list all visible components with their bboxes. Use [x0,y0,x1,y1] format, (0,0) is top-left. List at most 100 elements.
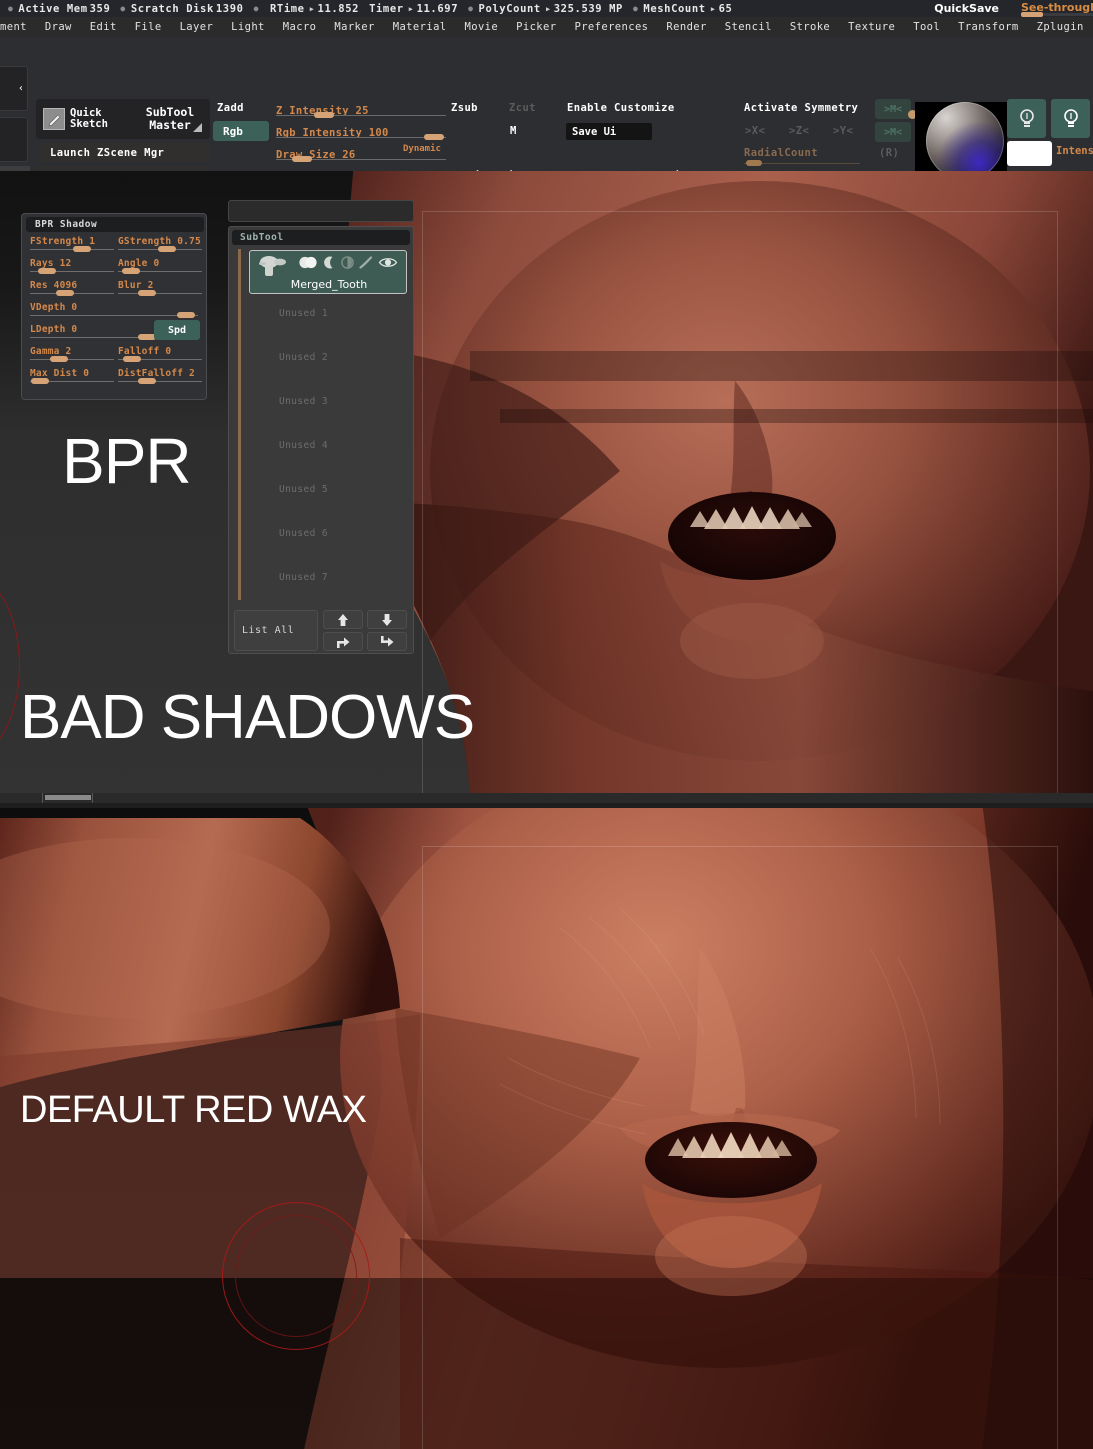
eye-visibility-icon[interactable] [378,254,398,273]
light-color-swatch[interactable] [1007,141,1052,166]
menu-item-render[interactable]: Render [657,21,715,33]
bpr-slider-res[interactable]: Res 4096 [30,280,114,296]
bpr-slider-ldepth[interactable]: LDepth 0 [30,324,198,340]
bpr-slider-angle-knob[interactable] [121,268,140,274]
quick-sketch-button[interactable]: Quick Sketch [43,104,129,134]
activate-symmetry-button[interactable]: Activate Symmetry [744,102,858,114]
light-button-1[interactable] [1007,99,1046,138]
bpr-slider-distfalloff-knob[interactable] [137,378,156,384]
zadd-button[interactable]: Zadd [217,102,244,114]
subtool-slot-unused-3[interactable]: Unused 3 [249,394,407,438]
subtool-slot-unused-1[interactable]: Unused 1 [249,306,407,350]
bpr-slider-max-dist-knob[interactable] [31,378,50,384]
bpr-slider-vdepth[interactable]: VDepth 0 [30,302,198,318]
paintbrush-stroke-icon[interactable] [359,254,373,273]
bpr-slider-distfalloff[interactable]: DistFalloff 2 [118,368,202,384]
bpr-slider-angle[interactable]: Angle 0 [118,258,202,274]
bpr-slider-gamma-knob[interactable] [49,356,68,362]
save-ui-button[interactable]: Save Ui [566,123,652,140]
subtool-scroll-rail[interactable] [238,249,241,600]
light-intensity-label[interactable]: Intensity [1056,145,1093,157]
horizontal-scrollbar[interactable] [0,793,1093,803]
enable-customize-button[interactable]: Enable Customize [567,102,675,114]
menu-item-ment[interactable]: ment [0,21,36,33]
bpr-slider-gamma-track[interactable] [30,359,114,360]
menu-item-zplugin[interactable]: Zplugin [1028,21,1093,33]
bpr-shadow-panel[interactable]: BPR Shadow FStrength 1 GStrength 0.75 Rays… [21,213,207,400]
zcut-button[interactable]: Zcut [509,102,536,114]
polyframe-circle-icon[interactable] [341,254,354,273]
bpr-slider-falloff-knob[interactable] [123,356,142,362]
subtool-list-all-button[interactable]: List All [234,610,318,651]
bpr-slider-fstrength-knob[interactable] [72,246,91,252]
bpr-slider-distfalloff-track[interactable] [118,381,202,382]
menu-item-picker[interactable]: Picker [507,21,565,33]
subtool-move-down-button[interactable] [367,610,407,629]
subtool-slot-unused-6[interactable]: Unused 6 [249,526,407,570]
menu-item-macro[interactable]: Macro [274,21,326,33]
subtool-slot-unused-4[interactable]: Unused 4 [249,438,407,482]
symmetry-m-button-2[interactable]: >M< [875,122,911,142]
menu-item-draw[interactable]: Draw [36,21,81,33]
menu-item-material[interactable]: Material [384,21,456,33]
menu-item-marker[interactable]: Marker [325,21,383,33]
bpr-slider-res-knob[interactable] [56,290,75,296]
bpr-slider-blur-knob[interactable] [137,290,156,296]
subtool-move-up-button[interactable] [323,610,363,629]
scrollbar-thumb[interactable] [45,795,91,800]
zsub-button[interactable]: Zsub [451,102,478,114]
bpr-slider-vdepth-track[interactable] [30,315,198,316]
launch-zscene-mgr-button[interactable]: Launch ZScene Mgr [40,143,210,162]
radial-count-slider-label[interactable]: RadialCount [744,147,818,159]
bpr-slider-rays[interactable]: Rays 12 [30,258,114,274]
slider-z-intensity[interactable]: Z Intensity 25 [276,99,446,118]
clipped-panel-left-bottom[interactable] [0,117,28,162]
subtool-visibility-icons[interactable] [298,254,404,272]
bpr-slider-blur[interactable]: Blur 2 [118,280,202,296]
slider-rgb-intensity[interactable]: Rgb Intensity 100 [276,121,446,140]
subtool-merge-down-button[interactable] [367,632,407,651]
menu-item-texture[interactable]: Texture [839,21,904,33]
half-moon-icon[interactable] [323,254,336,273]
see-through-slider[interactable]: See-through [1021,0,1093,17]
menu-item-movie[interactable]: Movie [456,21,508,33]
menu-item-stencil[interactable]: Stencil [716,21,781,33]
light-button-2[interactable] [1051,99,1090,138]
rgb-button[interactable]: Rgb [213,121,269,141]
subtool-slot-unused-5[interactable]: Unused 5 [249,482,407,526]
bpr-slider-rays-knob[interactable] [37,268,56,274]
menu-item-file[interactable]: File [126,21,171,33]
bpr-slider-max-dist[interactable]: Max Dist 0 [30,368,114,384]
subtool-slot-unused-2[interactable]: Unused 2 [249,350,407,394]
subtool-slot-unused-7[interactable]: Unused 7 [249,570,407,614]
symmetry-y-button[interactable]: >Y< [833,125,853,137]
menu-item-tool[interactable]: Tool [904,21,949,33]
subtool-panel[interactable]: SubTool Merged_Tooth Unused 1 Unused 2 U… [228,226,414,654]
bpr-slider-blur-track[interactable] [118,293,202,294]
bpr-slider-gstrength-knob[interactable] [157,246,176,252]
menu-item-layer[interactable]: Layer [171,21,223,33]
m-button[interactable]: M [510,125,517,137]
slider-draw-size-knob[interactable] [292,156,312,162]
bpr-slider-fstrength-track[interactable] [30,249,114,250]
subtool-master-button[interactable]: SubTool Master [135,104,205,134]
bpr-slider-vdepth-knob[interactable] [177,312,195,318]
dynamic-toggle-label[interactable]: Dynamic [403,144,441,154]
menu-item-stroke[interactable]: Stroke [781,21,839,33]
slider-z-intensity-track[interactable] [276,115,446,116]
bpr-slider-gstrength[interactable]: GStrength 0.75 [118,236,202,252]
clipped-panel-left-top[interactable]: ‹ [0,66,28,111]
symmetry-m-button-1[interactable]: >M< [875,99,911,119]
visibility-eye-icon[interactable] [298,254,318,273]
slider-rgb-intensity-knob[interactable] [424,134,444,140]
symmetry-z-button[interactable]: >Z< [789,125,809,137]
menu-item-edit[interactable]: Edit [81,21,126,33]
subtool-item-merged-tooth[interactable]: Merged_Tooth [249,250,407,294]
slider-radial-count-knob[interactable] [746,160,762,166]
menu-item-preferences[interactable]: Preferences [565,21,657,33]
bpr-slider-gamma[interactable]: Gamma 2 [30,346,114,362]
spd-button[interactable]: Spd [154,320,200,340]
subtool-merge-up-button[interactable] [323,632,363,651]
symmetry-x-button[interactable]: >X< [745,125,765,137]
bpr-slider-fstrength[interactable]: FStrength 1 [30,236,114,252]
